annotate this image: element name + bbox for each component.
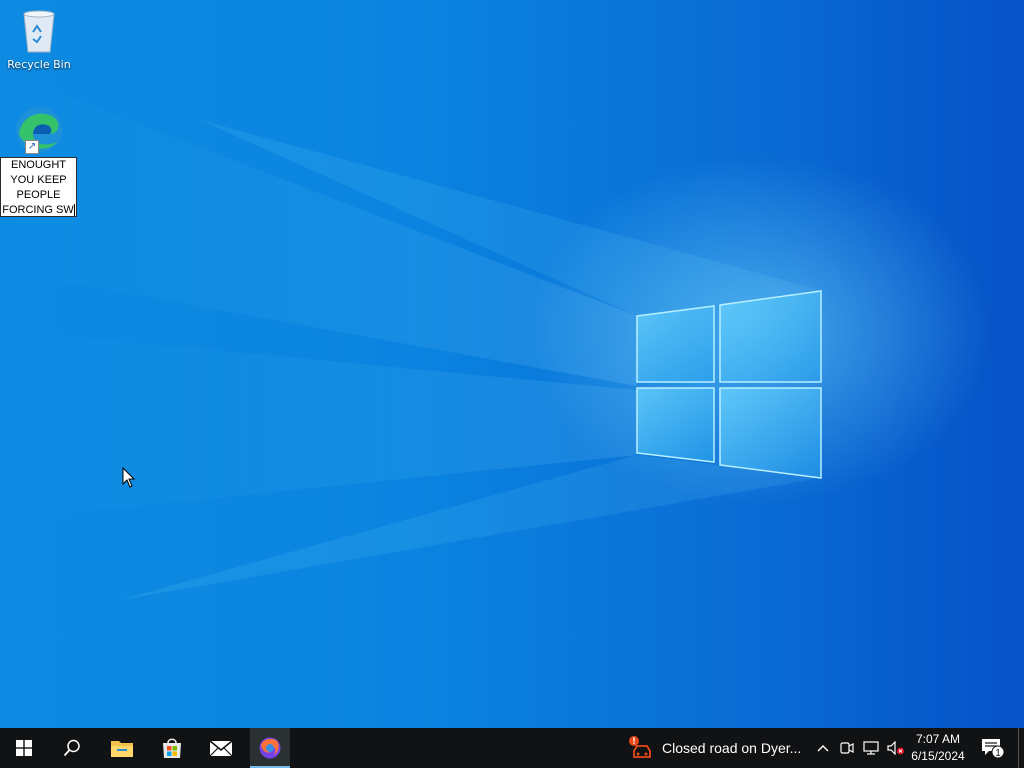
recycle-bin-icon bbox=[19, 6, 59, 56]
news-widget-text: Closed road on Dyer... bbox=[662, 740, 802, 756]
show-desktop-button[interactable] bbox=[1018, 728, 1024, 768]
windows-logo-icon bbox=[16, 740, 32, 756]
store-icon bbox=[163, 738, 181, 758]
rename-line-4: FORCING SW bbox=[2, 204, 74, 216]
network-button[interactable] bbox=[861, 728, 881, 768]
news-widget[interactable]: Closed road on Dyer... bbox=[628, 728, 808, 768]
volume-button[interactable] bbox=[885, 728, 907, 768]
desktop-icon-recycle-bin[interactable]: Recycle Bin bbox=[1, 6, 77, 72]
windows-logo-wallpaper bbox=[636, 290, 822, 479]
action-center-icon: 1 bbox=[982, 739, 1005, 759]
clock-date: 6/15/2024 bbox=[911, 749, 965, 763]
rename-line-3: PEOPLE bbox=[16, 189, 61, 201]
rename-textbox[interactable]: ENOUGHT YOU KEEP PEOPLE FORCING SW bbox=[0, 157, 77, 217]
edge-icon: ↗ bbox=[13, 104, 65, 156]
meet-now-icon bbox=[840, 742, 854, 754]
wallpaper-beams bbox=[0, 70, 822, 600]
desktop[interactable]: Recycle Bin ↗ ENOUGHT YOU KEEP PEOPLE FO… bbox=[0, 0, 1024, 728]
notification-count: 1 bbox=[995, 748, 1001, 759]
clock[interactable]: 7:07 AM 6/15/2024 bbox=[908, 731, 968, 765]
firefox-button[interactable] bbox=[250, 728, 290, 768]
rename-line-2: YOU KEEP bbox=[10, 174, 67, 186]
desktop-icon-edge[interactable]: ↗ bbox=[1, 104, 77, 156]
taskbar: Closed road on Dyer... 7:07 AM 6/15/2024 bbox=[0, 728, 1024, 768]
traffic-alert-icon bbox=[629, 736, 651, 758]
volume-muted-icon bbox=[887, 741, 904, 755]
rename-line-1: ENOUGHT bbox=[11, 159, 66, 171]
file-explorer-button[interactable] bbox=[98, 728, 146, 768]
text-caret bbox=[73, 204, 75, 217]
clock-time: 7:07 AM bbox=[915, 732, 961, 746]
mail-icon bbox=[209, 740, 233, 757]
search-button[interactable] bbox=[48, 728, 96, 768]
chevron-up-icon bbox=[817, 745, 829, 752]
search-icon bbox=[63, 739, 80, 757]
action-center-button[interactable]: 1 bbox=[978, 728, 1008, 768]
meet-now-button[interactable] bbox=[837, 728, 857, 768]
microsoft-store-button[interactable] bbox=[148, 728, 196, 768]
show-hidden-icons-button[interactable] bbox=[812, 728, 834, 768]
network-icon bbox=[863, 741, 879, 755]
shortcut-arrow-icon: ↗ bbox=[25, 140, 39, 154]
mail-button[interactable] bbox=[197, 728, 245, 768]
folder-icon bbox=[111, 741, 133, 757]
recycle-bin-label: Recycle Bin bbox=[7, 58, 71, 71]
start-button[interactable] bbox=[0, 728, 48, 768]
firefox-icon bbox=[259, 737, 281, 759]
mouse-cursor-icon bbox=[122, 467, 136, 488]
